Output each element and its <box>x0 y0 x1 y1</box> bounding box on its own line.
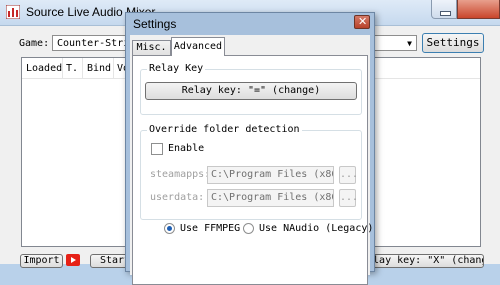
youtube-button[interactable] <box>66 254 80 266</box>
column-header-track[interactable]: T. <box>66 63 78 74</box>
relay-key-group-label: Relay Key <box>147 63 206 74</box>
chevron-down-icon: ▼ <box>407 39 412 48</box>
youtube-play-icon <box>71 257 76 263</box>
steamapps-browse-button[interactable]: ... <box>339 166 358 184</box>
tab-misc[interactable]: Misc. <box>132 40 171 55</box>
column-divider[interactable] <box>82 58 83 78</box>
advanced-tab-panel: Relay Key Relay key: "=" (change) Overri… <box>132 55 373 285</box>
tab-advanced[interactable]: Advanced <box>171 37 225 56</box>
dialog-close-button[interactable]: ✕ <box>354 15 370 29</box>
override-group-label: Override folder detection <box>147 124 302 135</box>
use-ffmpeg-label[interactable]: Use FFMPEG <box>180 223 240 234</box>
relay-key-group: Relay Key Relay key: "=" (change) <box>140 63 362 115</box>
override-folder-group: Override folder detection Enable steamap… <box>140 124 362 220</box>
use-naudio-radio[interactable] <box>243 223 254 234</box>
audio-mixer-icon <box>6 5 20 19</box>
column-header-loaded[interactable]: Loaded <box>26 63 62 74</box>
column-header-bind[interactable]: Bind <box>87 63 111 74</box>
settings-button[interactable]: Settings <box>422 33 484 53</box>
import-button[interactable]: Import <box>20 254 63 268</box>
userdata-path-field[interactable]: C:\Program Files (x86)\S <box>207 189 334 207</box>
use-naudio-label[interactable]: Use NAudio (Legacy) <box>259 223 373 234</box>
dialog-client-area: Misc. Advanced Relay Key Relay key: "=" … <box>130 35 373 285</box>
use-ffmpeg-radio[interactable] <box>164 223 175 234</box>
minimize-icon <box>440 11 451 16</box>
userdata-browse-button[interactable]: ... <box>339 189 358 207</box>
close-icon: ✕ <box>358 15 368 28</box>
steamapps-path-field[interactable]: C:\Program Files (x86)\S <box>207 166 334 184</box>
steamapps-label: steamapps: <box>150 169 211 180</box>
settings-dialog: Settings ✕ Misc. Advanced Relay Key Rela… <box>125 12 375 285</box>
minimize-button[interactable] <box>431 0 457 19</box>
column-divider[interactable] <box>62 58 63 78</box>
enable-override-checkbox[interactable] <box>151 143 163 155</box>
userdata-label: userdata: <box>150 192 205 203</box>
radio-selected-dot <box>167 226 172 231</box>
enable-override-label[interactable]: Enable <box>168 143 204 154</box>
window-close-button[interactable] <box>457 0 500 19</box>
relay-key-change-button[interactable]: Relay key: "=" (change) <box>145 82 357 100</box>
column-divider[interactable] <box>113 58 114 78</box>
main-relay-key-button[interactable]: Relay key: "X" (change) <box>360 254 484 268</box>
dialog-title: Settings <box>133 17 177 31</box>
game-label: Game: <box>19 38 50 49</box>
